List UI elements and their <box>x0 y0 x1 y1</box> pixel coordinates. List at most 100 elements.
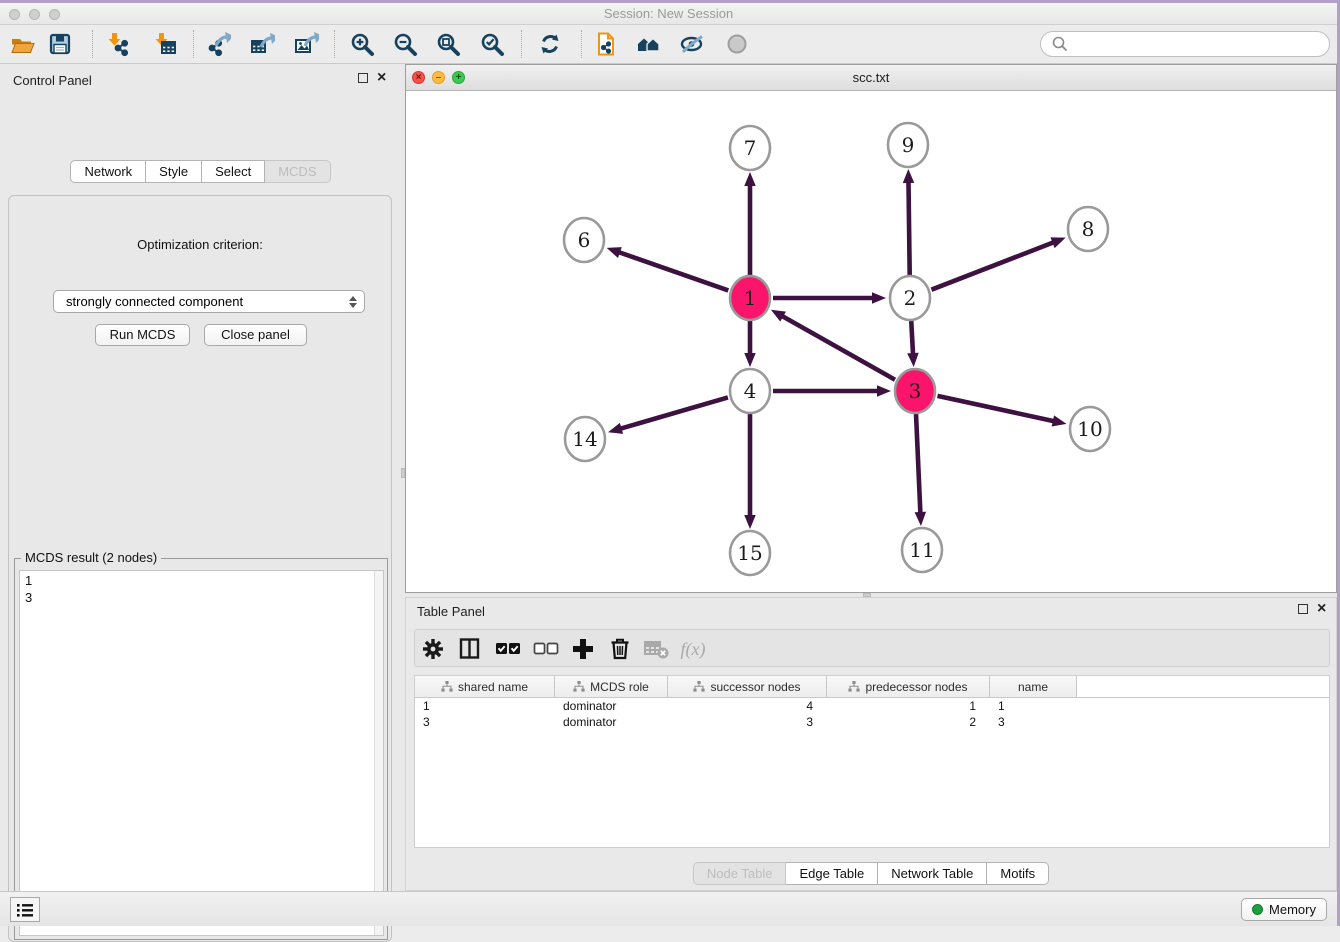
node-label: 9 <box>902 133 915 157</box>
graph-node-10[interactable]: 10 <box>1070 407 1110 451</box>
close-window-button[interactable] <box>9 9 20 20</box>
table-cell[interactable]: 1 <box>990 698 1077 714</box>
memory-button[interactable]: Memory <box>1241 898 1327 921</box>
select-all-checkboxes-icon[interactable] <box>493 636 523 662</box>
open-session-icon[interactable] <box>5 28 39 60</box>
graph-node-15[interactable]: 15 <box>730 531 770 575</box>
table-header-row: shared name MCDS role successor nodes pr… <box>415 676 1329 698</box>
graph-edge-1-6[interactable] <box>607 247 729 290</box>
graph-node-6[interactable]: 6 <box>564 218 604 262</box>
zoom-in-icon[interactable] <box>345 28 379 60</box>
table-settings-gear-icon[interactable] <box>418 636 448 662</box>
table-cell[interactable]: 1 <box>827 698 990 714</box>
maximize-view-button[interactable]: + <box>452 71 465 84</box>
tab-node-table[interactable]: Node Table <box>693 862 787 885</box>
tab-mcds[interactable]: MCDS <box>265 160 330 183</box>
optimization-criterion-label: Optimization criterion: <box>9 237 391 252</box>
graph-node-4[interactable]: 4 <box>730 369 770 413</box>
combo-arrows-icon <box>349 296 357 308</box>
graph-edge-4-14[interactable] <box>608 397 728 433</box>
graph-node-3[interactable]: 3 <box>895 369 935 413</box>
table-cell[interactable]: 1 <box>415 698 555 714</box>
run-mcds-button[interactable]: Run MCDS <box>95 324 190 346</box>
minimize-window-button[interactable] <box>29 9 40 20</box>
export-table-icon[interactable] <box>245 28 279 60</box>
zoom-out-icon[interactable] <box>388 28 422 60</box>
import-network-icon[interactable] <box>101 28 135 60</box>
search-input[interactable] <box>1073 34 1329 54</box>
table-cell[interactable]: dominator <box>555 714 668 730</box>
table-cell[interactable]: dominator <box>555 698 668 714</box>
eye-slash-icon[interactable] <box>675 28 709 60</box>
column-header-predecessor-nodes[interactable]: predecessor nodes <box>827 676 990 697</box>
graph-node-14[interactable]: 14 <box>565 417 605 461</box>
tab-network-table[interactable]: Network Table <box>878 862 987 885</box>
table-row[interactable]: 1dominator411 <box>415 698 1329 714</box>
graph-edge-3-11[interactable] <box>915 414 926 526</box>
task-history-button[interactable] <box>10 897 40 922</box>
houses-icon[interactable] <box>632 28 666 60</box>
mcds-result-text[interactable]: 1 3 <box>19 570 384 936</box>
clone-network-icon[interactable] <box>588 28 622 60</box>
graph-edge-3-10[interactable] <box>937 396 1066 427</box>
tab-edge-table[interactable]: Edge Table <box>786 862 878 885</box>
float-panel-icon[interactable] <box>358 73 368 83</box>
apply-layout-icon[interactable] <box>533 28 567 60</box>
table-cell[interactable]: 3 <box>415 714 555 730</box>
show-columns-icon[interactable] <box>455 636 485 662</box>
table-cell[interactable]: 3 <box>668 714 827 730</box>
column-header-MCDS-role[interactable]: MCDS role <box>555 676 668 697</box>
export-image-icon[interactable] <box>289 28 323 60</box>
graph-node-2[interactable]: 2 <box>890 276 930 320</box>
criterion-dropdown[interactable]: strongly connected component <box>53 290 365 313</box>
save-session-icon[interactable] <box>43 28 77 60</box>
minimize-view-button[interactable]: – <box>432 71 445 84</box>
column-header-name[interactable]: name <box>990 676 1077 697</box>
fx-label: f(x) <box>681 639 706 660</box>
column-header-successor-nodes[interactable]: successor nodes <box>668 676 827 697</box>
graph-edge-1-2[interactable] <box>773 292 886 304</box>
delete-column-icon[interactable] <box>605 636 635 662</box>
delete-table-icon <box>642 636 672 662</box>
graph-edge-4-15[interactable] <box>744 414 756 529</box>
add-column-icon[interactable] <box>568 636 598 662</box>
graph-edge-1-7[interactable] <box>744 172 756 275</box>
graph-node-11[interactable]: 11 <box>902 528 942 572</box>
close-table-panel-icon[interactable]: × <box>1317 604 1326 614</box>
birds-eye-disabled-icon <box>720 28 754 60</box>
table-cell[interactable]: 4 <box>668 698 827 714</box>
graph-node-9[interactable]: 9 <box>888 123 928 167</box>
tab-network[interactable]: Network <box>70 160 146 183</box>
table-cell[interactable]: 2 <box>827 714 990 730</box>
network-window-titlebar[interactable]: × – + scc.txt <box>406 65 1336 91</box>
zoom-fit-icon[interactable] <box>431 28 465 60</box>
maximize-window-button[interactable] <box>49 9 60 20</box>
graph-edge-4-3[interactable] <box>773 385 891 397</box>
tab-select[interactable]: Select <box>202 160 265 183</box>
graph-node-7[interactable]: 7 <box>730 126 770 170</box>
graph-edge-3-1[interactable] <box>771 310 895 380</box>
float-table-panel-icon[interactable] <box>1298 604 1308 614</box>
close-view-button[interactable]: × <box>412 71 425 84</box>
close-panel-icon[interactable]: × <box>377 73 386 83</box>
zoom-selected-icon[interactable] <box>475 28 509 60</box>
graph-node-1[interactable]: 1 <box>730 276 770 320</box>
search-box[interactable] <box>1040 31 1330 57</box>
graph-edge-2-9[interactable] <box>903 169 914 275</box>
table-cell[interactable]: 3 <box>990 714 1077 730</box>
import-table-icon[interactable] <box>148 28 182 60</box>
column-header-shared-name[interactable]: shared name <box>415 676 555 697</box>
close-panel-button[interactable]: Close panel <box>204 324 307 346</box>
graph-edge-1-4[interactable] <box>744 321 756 367</box>
graph-node-8[interactable]: 8 <box>1068 207 1108 251</box>
tab-motifs[interactable]: Motifs <box>987 862 1049 885</box>
tab-style[interactable]: Style <box>146 160 202 183</box>
table-row[interactable]: 3dominator323 <box>415 714 1329 730</box>
export-network-icon[interactable] <box>201 28 235 60</box>
deselect-all-checkboxes-icon[interactable] <box>531 636 561 662</box>
network-canvas[interactable]: 7 9 6 8 1 2 4 3 14 10 15 11 <box>406 91 1336 592</box>
hierarchy-icon <box>848 681 860 692</box>
graph-edge-2-8[interactable] <box>931 237 1065 289</box>
result-scrollbar[interactable] <box>374 571 383 935</box>
graph-edge-2-3[interactable] <box>907 321 918 367</box>
